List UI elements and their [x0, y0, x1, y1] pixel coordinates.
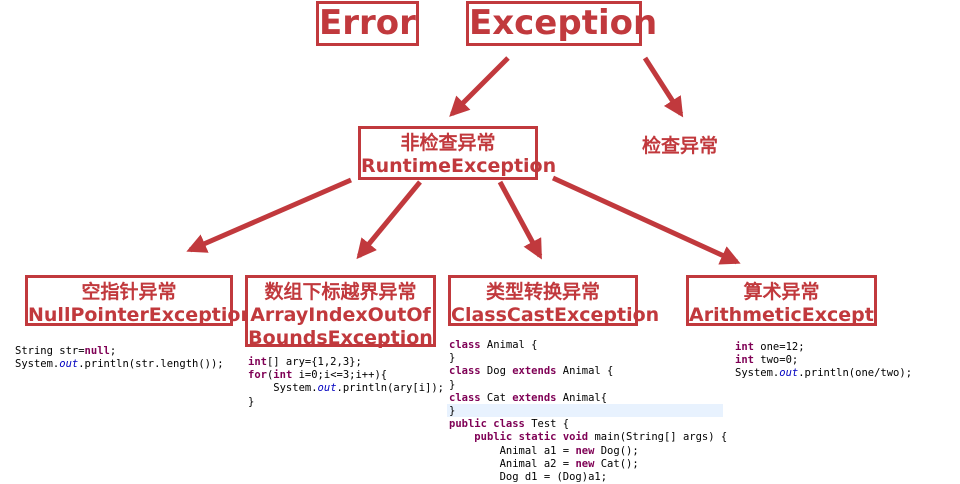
class-cast-en-label: ClassCastException	[451, 304, 660, 326]
null-pointer-cn-label: 空指针异常	[81, 281, 177, 303]
arithmetic-en-label: ArithmeticExceptior	[689, 304, 874, 326]
array-index-en-label-line1: ArrayIndexOutOf	[250, 304, 431, 326]
code-line: }	[449, 405, 456, 418]
class-cast-code: class Animal { } class Dog extends Anima…	[449, 339, 727, 484]
code-line: class Animal {	[449, 339, 538, 351]
unchecked-exception-node: 非检查异常 RuntimeException	[358, 126, 557, 180]
code-line: int one=12;	[735, 341, 805, 353]
code-line: }	[449, 352, 456, 365]
arrow-exception-to-checked	[642, 56, 684, 118]
code-line: public class Test {	[449, 418, 570, 431]
error-label: Error	[319, 3, 416, 43]
arithmetic-code: int one=12; int two=0; System.out.printl…	[735, 341, 912, 381]
arrow-exception-to-unchecked	[449, 56, 510, 117]
exception-label: Exception	[469, 3, 658, 43]
code-line: for(int i=0;i<=3;i++){	[248, 369, 388, 382]
null-pointer-node: 空指针异常 NullPointerException	[25, 275, 254, 326]
code-line: }	[449, 378, 456, 391]
code-line: System.out.println(ary[i]);	[248, 382, 444, 395]
class-cast-node: 类型转换异常 ClassCastException	[448, 275, 660, 326]
null-pointer-en-label: NullPointerException	[28, 304, 254, 326]
arithmetic-node: 算术异常 ArithmeticExceptior	[686, 275, 877, 326]
code-line: }	[248, 395, 255, 408]
array-index-node: 数组下标越界异常 ArrayIndexOutOf BoundsException	[245, 275, 436, 349]
arrow-runtime-to-classcast	[497, 180, 543, 260]
code-line: int two=0;	[735, 354, 799, 367]
null-pointer-code: String str=null; System.out.println(str.…	[15, 345, 224, 371]
code-line: System.out.println(one/two);	[735, 367, 913, 380]
runtime-exception-label: RuntimeException	[361, 155, 557, 177]
code-line: int[] ary={1,2,3};	[248, 356, 362, 368]
code-line: class Cat extends Animal{	[449, 391, 608, 404]
class-cast-cn-label: 类型转换异常	[485, 281, 600, 303]
exception-node: Exception	[466, 1, 657, 46]
code-line: public static void main(String[] args) {	[474, 431, 728, 444]
error-node: Error	[316, 1, 419, 46]
arithmetic-cn-label: 算术异常	[743, 281, 820, 303]
checked-exception-label: 检查异常	[642, 135, 719, 157]
code-line: String str=null;	[15, 345, 117, 357]
array-index-en-label-line2: BoundsException	[248, 327, 433, 349]
array-index-code: int[] ary={1,2,3}; for(int i=0;i<=3;i++)…	[248, 356, 444, 409]
code-line: System.out.println(str.length());	[15, 358, 224, 371]
code-line: Dog d1 = (Dog)a1;	[449, 471, 608, 484]
arrow-runtime-to-arithmetic	[551, 175, 741, 265]
code-line: class Dog extends Animal {	[449, 365, 614, 378]
arrow-runtime-to-arrayindex	[356, 180, 422, 260]
array-index-cn-label: 数组下标越界异常	[264, 281, 417, 303]
code-line: Animal a1 = new Dog();	[449, 444, 639, 457]
unchecked-cn-label: 非检查异常	[400, 132, 496, 154]
code-line: Animal a2 = new Cat();	[449, 457, 639, 470]
arrow-runtime-to-nullpointer	[186, 177, 352, 253]
